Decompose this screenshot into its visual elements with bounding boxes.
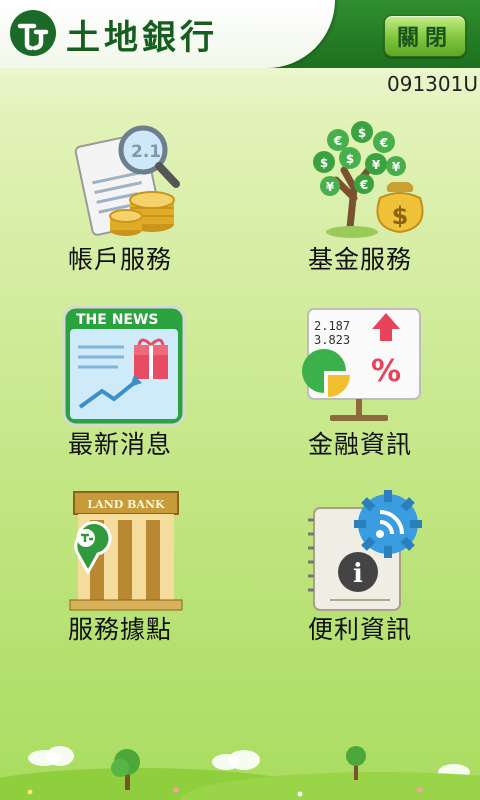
menu-label: 基金服務 (307, 245, 412, 274)
the-news-icon: THE NEWS (62, 305, 186, 427)
svg-text:¥: ¥ (372, 158, 381, 172)
svg-text:€: € (333, 134, 342, 148)
stock-value-1: 2.187 (314, 319, 350, 333)
menu-convenience-info[interactable]: i 便利資訊 (260, 488, 460, 658)
menu-label: 金融資訊 (307, 430, 412, 459)
menu-account-services[interactable]: 2.1 帳戶服務 (20, 118, 220, 288)
brand-name: 土地銀行 (66, 18, 218, 58)
svg-text:$: $ (346, 152, 354, 166)
menu-financial-info[interactable]: 2.187 3.823 % 金融資訊 (260, 303, 460, 473)
menu-fund-services[interactable]: € $ € $ $ ¥ ¥ ¥ € $ 基金服務 (260, 118, 460, 288)
svg-text:$: $ (358, 126, 366, 140)
land-bank-building-icon: LAND BANK (69, 491, 183, 611)
svg-text:€: € (359, 178, 368, 192)
svg-text:i: i (353, 559, 363, 589)
menu-branch-locations[interactable]: LAND BANK 服務據點 (20, 488, 220, 658)
document-magnifier-coins-icon: 2.1 (74, 125, 180, 236)
svg-text:$: $ (392, 202, 409, 230)
landscape-decoration (0, 746, 480, 800)
menu-label: 帳戶服務 (67, 245, 172, 274)
svg-text:%: % (371, 354, 401, 389)
menu-label: 服務據點 (67, 615, 172, 644)
land-bank-logo-icon (10, 10, 56, 56)
news-banner-text: THE NEWS (76, 312, 159, 328)
brand-banner: 土地銀行 (0, 0, 335, 68)
money-tree-icon: € $ € $ $ ¥ ¥ ¥ € $ (313, 121, 424, 238)
app-header: 土地銀行 關閉 (0, 0, 480, 68)
svg-text:€: € (379, 136, 388, 150)
doc-number-text: 2.1 (131, 142, 161, 162)
info-notebook-rss-icon: i (308, 490, 422, 611)
bank-sign-text: LAND BANK (87, 498, 165, 511)
menu-label: 最新消息 (67, 430, 172, 459)
svg-text:¥: ¥ (326, 180, 335, 194)
svg-text:¥: ¥ (392, 160, 401, 174)
close-button[interactable]: 關閉 (384, 15, 466, 57)
chart-percent-icon: 2.187 3.823 % (302, 308, 421, 421)
menu-latest-news[interactable]: THE NEWS 最新消息 (20, 303, 220, 473)
menu-label: 便利資訊 (307, 615, 412, 644)
svg-text:$: $ (320, 156, 328, 170)
stock-value-2: 3.823 (314, 333, 350, 347)
version-code: 091301U (387, 72, 478, 96)
